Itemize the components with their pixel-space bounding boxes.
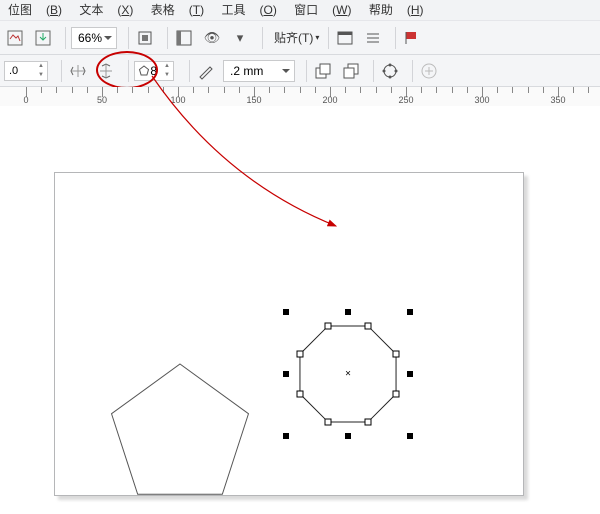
selection-center[interactable]: × xyxy=(345,369,351,380)
selection-handle[interactable] xyxy=(407,433,413,439)
outline-pen-icon[interactable] xyxy=(195,60,217,82)
add-icon[interactable] xyxy=(418,60,440,82)
menu-tools[interactable]: 工具(O) xyxy=(221,3,276,17)
separator xyxy=(328,27,329,49)
mirror-v-icon[interactable] xyxy=(95,60,117,82)
shape-node[interactable] xyxy=(393,390,400,397)
export-icon[interactable] xyxy=(32,27,54,49)
menu-table[interactable]: 表格(T) xyxy=(151,3,204,17)
selection-handle[interactable] xyxy=(283,309,289,315)
import-icon[interactable] xyxy=(4,27,26,49)
menu-bitmap[interactable]: 位图(B) xyxy=(8,3,62,17)
to-back-icon[interactable] xyxy=(340,60,362,82)
shape-node[interactable] xyxy=(364,322,371,329)
to-front-icon[interactable] xyxy=(312,60,334,82)
selection-handle[interactable] xyxy=(407,371,413,377)
separator xyxy=(395,27,396,49)
snap-dropdown[interactable]: 贴齐(T) xyxy=(274,29,319,46)
spinner-icon[interactable]: ▲▼ xyxy=(35,62,47,80)
convert-curves-icon[interactable] xyxy=(379,60,401,82)
horizontal-ruler: 050100150200250300350 xyxy=(0,87,600,108)
spinner-icon[interactable]: ▲▼ xyxy=(161,62,173,80)
outline-width-select[interactable]: .2 mm xyxy=(223,60,295,82)
polygon-icon xyxy=(139,66,149,76)
list-toggle-icon[interactable] xyxy=(362,27,384,49)
menu-bar: 位图(B) 文本(X) 表格(T) 工具(O) 窗口(W) 帮助(H) xyxy=(0,0,600,21)
separator xyxy=(128,27,129,49)
canvas[interactable]: × xyxy=(0,106,600,514)
menu-text[interactable]: 文本(X) xyxy=(79,3,133,17)
separator xyxy=(412,60,413,82)
shape-node[interactable] xyxy=(393,351,400,358)
shape-node[interactable] xyxy=(296,351,303,358)
menu-window[interactable]: 窗口(W) xyxy=(294,3,351,17)
toolbar-row-2: .0 ▲▼ 8 ▲▼ .2 mm xyxy=(0,55,600,87)
selection-handle[interactable] xyxy=(407,309,413,315)
selection-handle[interactable] xyxy=(283,433,289,439)
separator xyxy=(65,27,66,49)
shape-node[interactable] xyxy=(364,419,371,426)
selection-handle[interactable] xyxy=(345,309,351,315)
separator xyxy=(373,60,374,82)
fullscreen-icon[interactable] xyxy=(134,27,156,49)
shape-node[interactable] xyxy=(325,419,332,426)
separator xyxy=(61,60,62,82)
flag-icon[interactable] xyxy=(401,27,423,49)
coord-input[interactable]: .0 ▲▼ xyxy=(4,61,48,81)
separator xyxy=(167,27,168,49)
selection-handle[interactable] xyxy=(345,433,351,439)
mirror-h-icon[interactable] xyxy=(67,60,89,82)
zoom-select[interactable]: 66% xyxy=(71,27,117,49)
separator xyxy=(189,60,190,82)
menu-help[interactable]: 帮助(H) xyxy=(369,3,424,17)
separator xyxy=(128,60,129,82)
shape-node[interactable] xyxy=(296,390,303,397)
shape-node[interactable] xyxy=(325,322,332,329)
separator xyxy=(262,27,263,49)
polygon-sides-input[interactable]: 8 ▲▼ xyxy=(134,61,174,81)
separator xyxy=(306,60,307,82)
preview-icon[interactable]: 👁 xyxy=(201,27,223,49)
dropdown-icon[interactable]: ▾ xyxy=(229,27,251,49)
rulers-toggle-icon[interactable] xyxy=(173,27,195,49)
toolbar-row-1: 66% 👁 ▾ 贴齐(T) xyxy=(0,21,600,55)
dialog-icon[interactable] xyxy=(334,27,356,49)
selection-handle[interactable] xyxy=(283,371,289,377)
